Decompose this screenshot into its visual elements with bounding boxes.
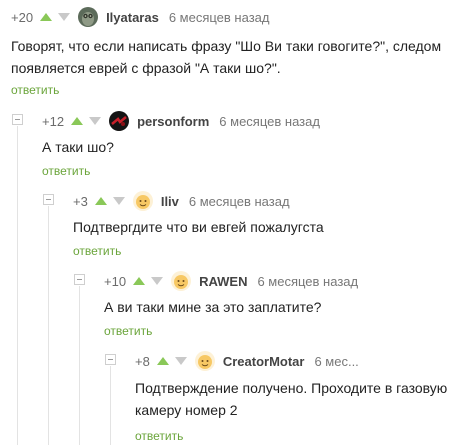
thread-line-level-3: [79, 286, 80, 445]
default-smile-avatar-icon[interactable]: [171, 271, 192, 291]
vote-up-icon[interactable]: [133, 277, 146, 285]
comment-text: А ви таки мине за это заплатите?: [104, 299, 322, 315]
comment-header: +3 Iliv 6 месяцев назад: [73, 191, 290, 211]
comment-date: 6 месяцев назад: [219, 113, 320, 129]
vote-up-icon[interactable]: [156, 357, 169, 365]
comment-text: А таки шо?: [42, 139, 114, 155]
collapse-thread-button[interactable]: [74, 274, 85, 285]
comment-rating: +3: [73, 193, 88, 209]
dark-red-avatar-icon[interactable]: [109, 111, 130, 131]
comment-username[interactable]: personform: [137, 114, 209, 129]
comment-text: Подтвергдите что ви евгей пожалугста: [73, 219, 324, 235]
thread-line-level-1: [17, 126, 18, 445]
comment-header: +10 RAWEN 6 месяцев назад: [104, 271, 358, 291]
comment-rating: +8: [135, 353, 150, 369]
comment-rating: +20: [11, 9, 34, 25]
comment-date: 6 месяцев назад: [257, 273, 359, 289]
thread-line-level-2: [48, 206, 49, 445]
comment-text: Подтверждение получено. Проходите в газо…: [135, 380, 448, 418]
owl-avatar-icon[interactable]: [78, 7, 99, 27]
reply-link[interactable]: ответить: [104, 324, 152, 338]
vote-down-icon[interactable]: [174, 357, 187, 365]
default-smile-avatar-icon[interactable]: [194, 351, 215, 371]
vote-up-icon[interactable]: [40, 13, 53, 21]
comment-date: 6 месяцев назад: [168, 9, 270, 25]
vote-up-icon[interactable]: [94, 197, 107, 205]
comment-header: +8 CreatorMotar 6 мес...: [135, 351, 359, 371]
comment-header: +20 Ilyataras 6 месяцев назад: [11, 7, 269, 27]
comment-date: 6 мес...: [314, 353, 359, 369]
comment-header: +12 personform 6 месяцев назад: [42, 111, 320, 131]
comment-date: 6 месяцев назад: [188, 193, 290, 209]
reply-link[interactable]: ответить: [73, 244, 121, 258]
comment-rating: +10: [104, 273, 127, 289]
vote-down-icon[interactable]: [151, 277, 164, 285]
comment-username[interactable]: Ilyataras: [106, 10, 159, 25]
vote-up-icon[interactable]: [71, 117, 84, 125]
collapse-thread-button[interactable]: [43, 194, 54, 205]
vote-down-icon[interactable]: [112, 197, 125, 205]
comment-username[interactable]: CreatorMotar: [223, 354, 305, 369]
reply-link[interactable]: ответить: [11, 83, 59, 97]
reply-link[interactable]: ответить: [42, 164, 90, 178]
comment-username[interactable]: RAWEN: [199, 274, 247, 289]
default-smile-avatar-icon[interactable]: [132, 191, 153, 211]
reply-link[interactable]: ответить: [135, 429, 183, 443]
thread-line-level-4: [110, 366, 111, 445]
collapse-thread-button[interactable]: [105, 354, 116, 365]
vote-down-icon[interactable]: [89, 117, 102, 125]
vote-down-icon[interactable]: [58, 13, 71, 21]
comment-rating: +12: [42, 113, 65, 129]
comment-username[interactable]: Iliv: [161, 194, 179, 209]
collapse-thread-button[interactable]: [12, 114, 23, 125]
comment-text: Говорят, что если написать фразу "Шо Ви …: [11, 38, 442, 76]
